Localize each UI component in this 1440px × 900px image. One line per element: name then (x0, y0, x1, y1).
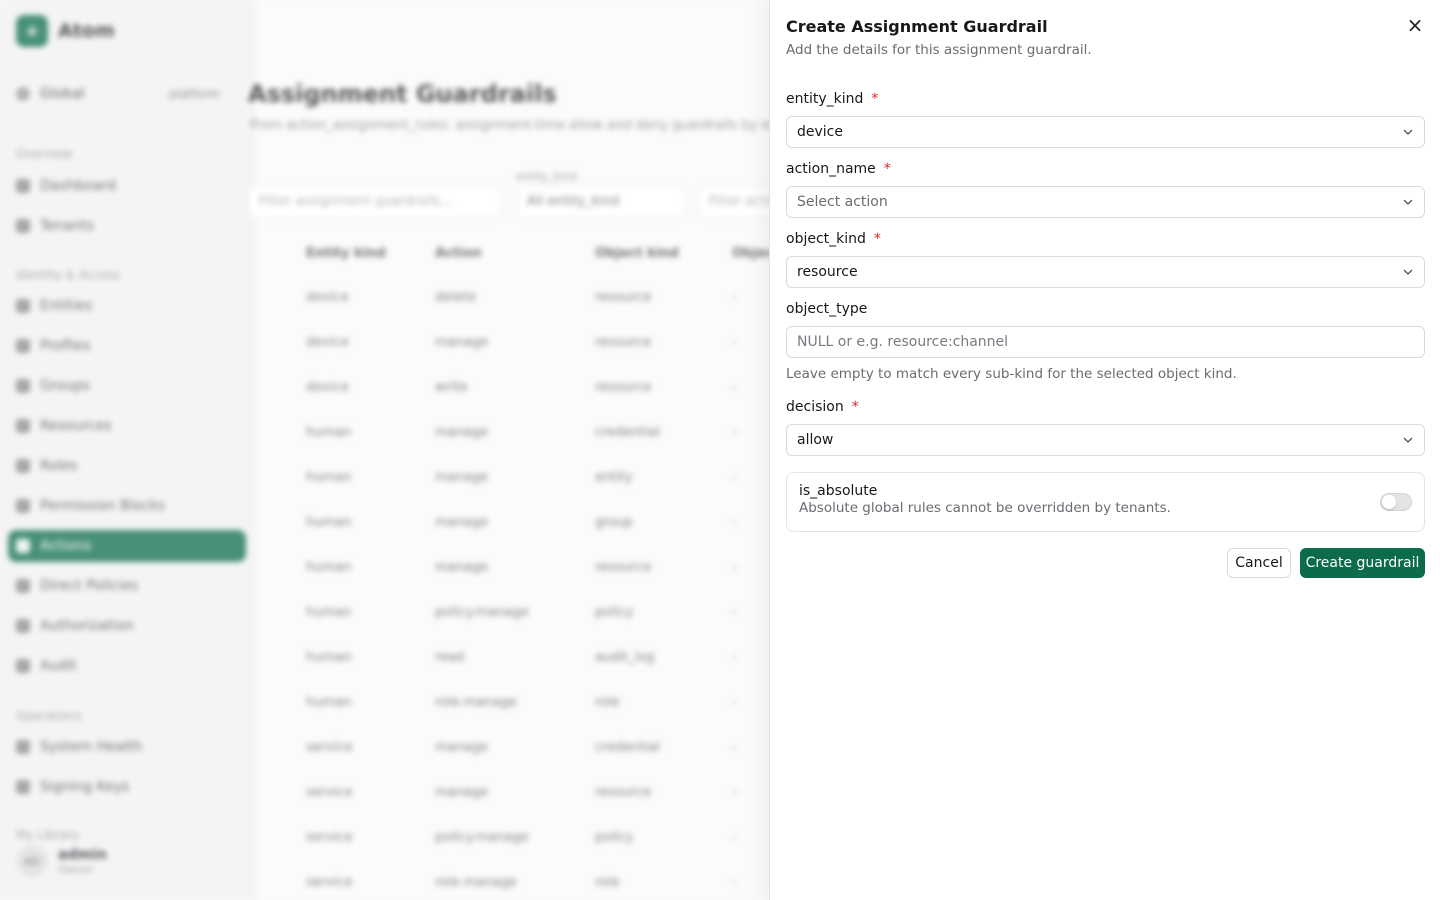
action-name-placeholder: Select action (797, 194, 888, 210)
decision-value: allow (797, 432, 834, 448)
field-label-text: decision (786, 399, 844, 415)
required-marker: * (883, 161, 891, 177)
field-label-text: action_name (786, 161, 876, 177)
entity-kind-label: entity_kind * (786, 91, 878, 107)
create-guardrail-button[interactable]: Create guardrail (1300, 548, 1425, 578)
chevron-down-icon (1403, 129, 1413, 135)
object-type-help: Leave empty to match every sub-kind for … (786, 366, 1237, 382)
create-guardrail-drawer: Create Assignment Guardrail Add the deta… (769, 0, 1440, 900)
object-type-input[interactable] (786, 326, 1425, 358)
action-name-label: action_name * (786, 161, 891, 177)
close-icon[interactable]: × (1405, 15, 1425, 37)
chevron-down-icon (1403, 437, 1413, 443)
toggle-knob (1382, 495, 1396, 509)
is-absolute-toggle[interactable] (1380, 493, 1412, 511)
required-marker: * (871, 91, 879, 107)
is-absolute-title: is_absolute (799, 483, 878, 499)
object-kind-label: object_kind * (786, 231, 881, 247)
field-label-text: entity_kind (786, 91, 864, 107)
object-kind-select[interactable]: resource (786, 256, 1425, 288)
chevron-down-icon (1403, 199, 1413, 205)
drawer-subtitle: Add the details for this assignment guar… (786, 42, 1092, 58)
cancel-button[interactable]: Cancel (1227, 548, 1291, 578)
required-marker: * (873, 231, 881, 247)
field-label-text: object_kind (786, 231, 866, 247)
object-kind-value: resource (797, 264, 858, 280)
entity-kind-value: device (797, 124, 843, 140)
drawer-title: Create Assignment Guardrail (786, 17, 1048, 36)
decision-select[interactable]: allow (786, 424, 1425, 456)
required-marker: * (851, 399, 859, 415)
is-absolute-description: Absolute global rules cannot be overridd… (799, 500, 1171, 516)
chevron-down-icon (1403, 269, 1413, 275)
field-label-text: object_type (786, 301, 868, 317)
action-name-select[interactable]: Select action (786, 186, 1425, 218)
object-type-label: object_type (786, 301, 867, 317)
decision-label: decision * (786, 399, 859, 415)
entity-kind-select[interactable]: device (786, 116, 1425, 148)
is-absolute-card: is_absolute Absolute global rules cannot… (786, 472, 1425, 532)
